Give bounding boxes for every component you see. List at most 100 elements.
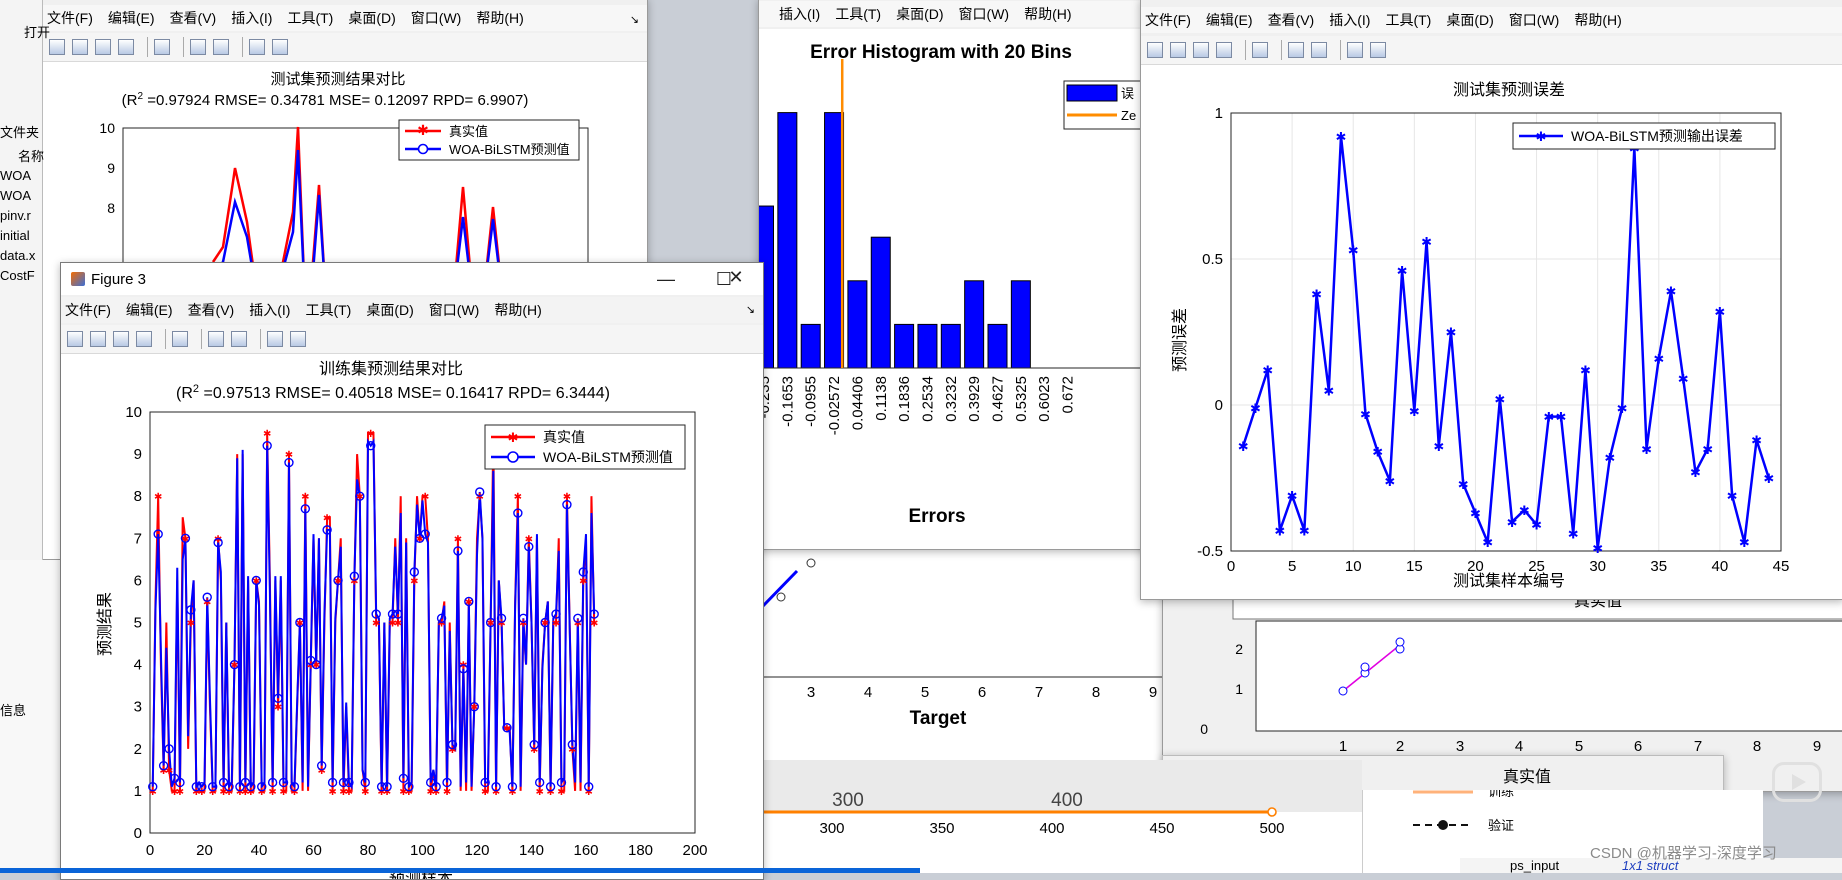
open-label[interactable]: 打开	[24, 22, 50, 41]
menu-item[interactable]: 桌面(D)	[896, 4, 943, 24]
error-point: ✱	[1690, 465, 1701, 480]
name-header[interactable]: 名称	[18, 146, 44, 165]
link-plot-icon[interactable]	[154, 39, 170, 55]
histogram-bar	[987, 323, 1008, 369]
menu-item[interactable]: 桌面(D)	[366, 300, 413, 320]
menu-item[interactable]: 查看(V)	[188, 300, 235, 320]
open-folder-icon[interactable]	[90, 331, 106, 347]
true-point: ✱	[323, 513, 331, 524]
menu-item[interactable]: 帮助(H)	[1574, 10, 1621, 30]
reg-xtick: 9	[1813, 738, 1821, 755]
error-point: ✱	[1751, 433, 1762, 448]
menu-item[interactable]: 插入(I)	[1329, 10, 1370, 30]
pointer-icon[interactable]	[1347, 42, 1363, 58]
menu-item[interactable]: 文件(F)	[1145, 10, 1191, 30]
xtick: 35	[1650, 558, 1667, 575]
file-item[interactable]: initial	[0, 228, 35, 243]
minimize-button[interactable]: —	[651, 269, 681, 290]
colorbar-icon[interactable]	[1288, 42, 1304, 58]
menu-item[interactable]: 帮助(H)	[476, 8, 523, 28]
figure3-titlebar[interactable]: Figure 3 — ☐ ✕	[61, 263, 763, 295]
file-item[interactable]: data.x	[0, 248, 35, 263]
menu-item[interactable]: 插入(I)	[231, 8, 272, 28]
legend-marker-star-icon: ✱	[417, 122, 429, 138]
property-inspector-icon[interactable]	[272, 39, 288, 55]
legend-icon[interactable]	[231, 331, 247, 347]
menu-item[interactable]: 工具(T)	[305, 300, 351, 320]
true-point: ✱	[268, 787, 276, 798]
save-icon[interactable]	[95, 39, 111, 55]
menu-item[interactable]: 工具(T)	[1385, 10, 1431, 30]
menu-item[interactable]: 工具(T)	[835, 4, 881, 24]
xtick: 20	[1467, 558, 1484, 575]
menu-item[interactable]: 工具(T)	[287, 8, 333, 28]
pointer-icon[interactable]	[249, 39, 265, 55]
menubar-arrow-icon[interactable]: ↘	[746, 303, 755, 316]
histogram-bar	[777, 112, 798, 369]
legend-icon[interactable]	[1311, 42, 1327, 58]
menu-item[interactable]: 桌面(D)	[348, 8, 395, 28]
close-icon[interactable]: ✕	[721, 267, 751, 288]
true-point: ✱	[590, 619, 598, 630]
menu-item[interactable]: 文件(F)	[47, 8, 93, 28]
matlab-figure-icon	[71, 272, 85, 286]
menu-item[interactable]: 窗口(W)	[429, 300, 480, 320]
histogram-xtick: 0.04406	[849, 376, 866, 430]
property-inspector-icon[interactable]	[290, 331, 306, 347]
menu-item[interactable]: 窗口(W)	[1509, 10, 1560, 30]
save-icon[interactable]	[113, 331, 129, 347]
menu-item[interactable]: 帮助(H)	[494, 300, 541, 320]
menu-item[interactable]: 查看(V)	[1268, 10, 1315, 30]
colorbar-icon[interactable]	[190, 39, 206, 55]
menu-item[interactable]: 桌面(D)	[1446, 10, 1493, 30]
pointer-icon[interactable]	[267, 331, 283, 347]
toolbar-separator	[1340, 40, 1341, 60]
menu-item[interactable]: 文件(F)	[65, 300, 111, 320]
error-point: ✱	[1433, 439, 1444, 454]
true-point: ✱	[394, 619, 402, 630]
save-icon[interactable]	[1193, 42, 1209, 58]
video-play-icon[interactable]	[1772, 762, 1822, 802]
menu-item[interactable]: 查看(V)	[170, 8, 217, 28]
menu-item[interactable]: 插入(I)	[249, 300, 290, 320]
menu-item[interactable]: 编辑(E)	[126, 300, 173, 320]
menu-item[interactable]: 窗口(W)	[959, 4, 1010, 24]
menubar-partial: 插入(I) 工具(T) 桌面(D) 窗口(W) 帮助(H)	[759, 1, 1149, 27]
legend-label: WOA-BiLSTM预测输出误差	[1571, 128, 1743, 144]
link-plot-icon[interactable]	[1252, 42, 1268, 58]
error-point: ✱	[1238, 439, 1249, 454]
error-point: ✱	[1360, 407, 1371, 422]
xtick: 45	[1773, 558, 1790, 575]
histogram-xtick: 0.3232	[943, 376, 960, 422]
new-file-icon[interactable]	[67, 331, 83, 347]
legend-marker-star-icon: ✱	[1536, 129, 1547, 144]
legend-icon[interactable]	[213, 39, 229, 55]
print-icon[interactable]	[1216, 42, 1232, 58]
open-folder-icon[interactable]	[1170, 42, 1186, 58]
print-icon[interactable]	[136, 331, 152, 347]
error-point: ✱	[1482, 535, 1493, 550]
menu-item[interactable]: 帮助(H)	[1024, 4, 1071, 24]
menu-item[interactable]: 插入(I)	[779, 4, 820, 24]
var-name[interactable]: ps_input	[1510, 858, 1559, 873]
open-folder-icon[interactable]	[72, 39, 88, 55]
ytick: 9	[134, 446, 142, 463]
file-item[interactable]: WOA	[0, 168, 35, 183]
error-point: ✱	[1299, 524, 1310, 539]
new-file-icon[interactable]	[1147, 42, 1163, 58]
new-file-icon[interactable]	[49, 39, 65, 55]
file-item[interactable]: WOA	[0, 188, 35, 203]
menu-item[interactable]: 窗口(W)	[411, 8, 462, 28]
print-icon[interactable]	[118, 39, 134, 55]
histogram-figure: Error Histogram with 20 Bins 误 Ze Errors…	[759, 29, 1149, 549]
xtick: 80	[360, 842, 377, 859]
property-inspector-icon[interactable]	[1370, 42, 1386, 58]
menubar-arrow-icon[interactable]: ↘	[630, 13, 639, 26]
histogram-bar	[917, 323, 938, 369]
menu-item[interactable]: 编辑(E)	[1206, 10, 1253, 30]
colorbar-icon[interactable]	[208, 331, 224, 347]
file-item[interactable]: CostF	[0, 268, 35, 283]
link-plot-icon[interactable]	[172, 331, 188, 347]
menu-item[interactable]: 编辑(E)	[108, 8, 155, 28]
file-item[interactable]: pinv.r	[0, 208, 35, 223]
